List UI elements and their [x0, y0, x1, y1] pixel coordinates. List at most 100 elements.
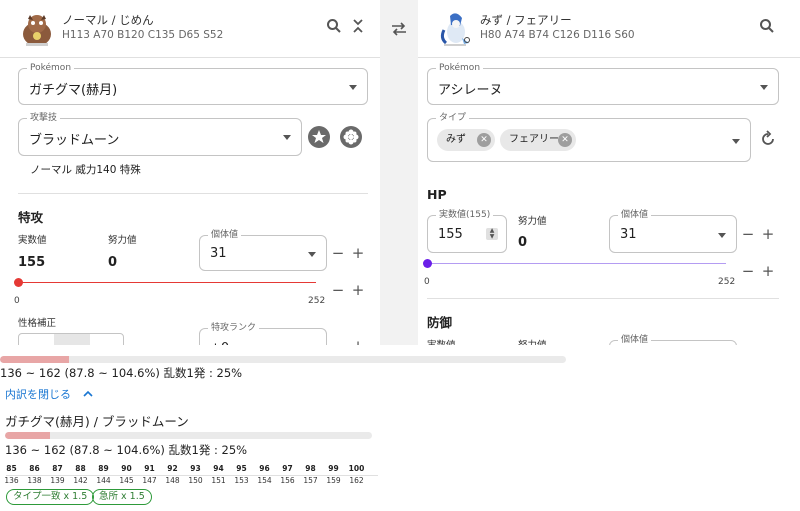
attacker-rank-plus-button[interactable]: +: [351, 338, 365, 345]
swap-button[interactable]: [388, 18, 410, 40]
breakdown-title: ガチグマ(赫月) / ブラッドムーン: [5, 414, 189, 429]
attacker-type-line: ノーマル / じめん: [62, 13, 154, 27]
critical-modifier-badge: 急所 x 1.5: [92, 489, 152, 505]
defender-search-button[interactable]: [756, 15, 778, 37]
roll-damage: 148: [165, 476, 180, 485]
defender-pokemon-label: Pokémon: [436, 62, 484, 74]
defender-iv-select[interactable]: 個体値 31: [609, 209, 737, 253]
attacker-effort-slider[interactable]: [18, 282, 316, 283]
dropdown-caret-icon: [760, 85, 768, 90]
roll-damage: 144: [96, 476, 111, 485]
roll-percent: 95: [236, 464, 247, 473]
breakdown-summary-text: 136 ~ 162 (87.8 ~ 104.6%) 乱数1発 : 25%: [5, 443, 248, 457]
damage-bar-detail: [5, 432, 372, 439]
nature-up-toggle[interactable]: [90, 334, 123, 345]
defender-effort-plus-button[interactable]: +: [761, 263, 775, 279]
defender-effort-value[interactable]: 0: [518, 235, 527, 250]
section-divider: [427, 298, 779, 299]
z-move-button[interactable]: [340, 126, 362, 148]
attacker-effort-label: 努力値: [108, 235, 137, 246]
defender-effort-slider-thumb[interactable]: [422, 259, 432, 268]
refresh-icon: [762, 130, 774, 145]
type-chip-label: フェアリー: [509, 134, 559, 145]
number-spinner-icon[interactable]: ▲ ▼: [486, 228, 498, 240]
attacker-pokemon-select[interactable]: Pokémon ガチグマ(赫月): [18, 62, 368, 105]
defender-type-line: みず / フェアリー: [480, 13, 572, 27]
defender-base-stats: H80 A74 B74 C126 D116 S60: [480, 29, 635, 41]
roll-damage: 154: [257, 476, 272, 485]
attacker-effort-value[interactable]: 0: [108, 255, 117, 270]
attacker-rank-label: 特攻ランク: [208, 322, 260, 334]
defender-panel: みず / フェアリー H80 A74 B74 C126 D116 S60 Pok…: [418, 0, 800, 345]
damage-bar-summary-fill: [0, 356, 70, 363]
roll-percent: 94: [213, 464, 224, 473]
roll-damage: 142: [73, 476, 88, 485]
defender-slider-max: 252: [718, 277, 736, 287]
nature-down-toggle[interactable]: [19, 334, 54, 345]
damage-summary-text: 136 ~ 162 (87.8 ~ 104.6%) 乱数1発 : 25%: [0, 366, 243, 380]
attacker-pokemon-value: ガチグマ(赫月): [29, 83, 118, 98]
attacker-effort-plus-button[interactable]: +: [351, 282, 365, 298]
dropdown-caret-icon: [718, 233, 726, 238]
attacker-collapse-button[interactable]: [347, 15, 369, 37]
roll-damage: 151: [211, 476, 226, 485]
roll-damage: 156: [280, 476, 295, 485]
defender-iv-minus-button[interactable]: −: [741, 226, 755, 242]
roll-percent: 99: [328, 464, 339, 473]
defender-effort-minus-button[interactable]: −: [741, 263, 755, 279]
attacker-rank-select[interactable]: 特攻ランク ±0: [199, 322, 327, 345]
flower-icon: [343, 129, 359, 145]
roll-percent: 97: [282, 464, 293, 473]
defender-hp-actual-label: 実数値(155): [436, 209, 494, 221]
defender-pokemon-value: アシレーヌ: [438, 83, 503, 98]
attacker-panel: ノーマル / じめん H113 A70 B120 C135 D65 S52 Po…: [0, 0, 380, 345]
defender-slider-min: 0: [424, 277, 430, 287]
search-icon: [760, 19, 774, 33]
damage-result-panel: 136 ~ 162 (87.8 ~ 104.6%) 乱数1発 : 25% 内訳を…: [0, 345, 800, 511]
attacker-iv-minus-button[interactable]: −: [331, 245, 345, 261]
defender-header: みず / フェアリー H80 A74 B74 C126 D116 S60: [418, 0, 800, 58]
roll-percent: 100: [348, 464, 365, 473]
attacker-iv-select[interactable]: 個体値 31: [199, 229, 327, 271]
attacker-iv-label: 個体値: [208, 229, 242, 241]
roll-percent: 98: [305, 464, 316, 473]
defender-pokemon-select[interactable]: Pokémon アシレーヌ: [427, 62, 779, 105]
defender-types-label: タイプ: [436, 112, 470, 124]
defender-hp-title: HP: [427, 187, 447, 202]
defender-iv-plus-button[interactable]: +: [761, 226, 775, 242]
swap-horizontal-icon: [392, 22, 406, 36]
collapse-breakdown-label: 内訳を閉じる: [5, 388, 71, 401]
defender-hp-actual-input[interactable]: 実数値(155) 155 ▲ ▼: [427, 209, 507, 253]
close-icon[interactable]: ✕: [558, 133, 572, 147]
stab-modifier-badge: タイプ一致 x 1.5: [6, 489, 95, 505]
reset-types-button[interactable]: [759, 130, 779, 150]
attacker-slider-max: 252: [308, 296, 326, 306]
attacker-header: ノーマル / じめん H113 A70 B120 C135 D65 S52: [0, 0, 380, 58]
attacker-search-button[interactable]: [323, 15, 345, 37]
defender-def-title: 防御: [427, 315, 453, 330]
collapse-breakdown-link[interactable]: 内訳を閉じる: [5, 386, 93, 402]
attacker-effort-minus-button[interactable]: −: [331, 282, 345, 298]
dropdown-caret-icon: [349, 85, 357, 90]
close-icon[interactable]: ✕: [477, 133, 491, 147]
roll-damage: 136: [4, 476, 19, 485]
nature-toggle-group: [18, 333, 124, 345]
defender-types-select[interactable]: タイプ みず ✕ フェアリー ✕: [427, 112, 751, 162]
unfold-less-icon: [353, 19, 363, 33]
nature-neutral-toggle[interactable]: [54, 334, 90, 345]
defender-effort-label: 努力値: [518, 216, 547, 227]
roll-table-divider: [6, 475, 378, 476]
attacker-iv-plus-button[interactable]: +: [351, 245, 365, 261]
roll-percent: 90: [121, 464, 132, 473]
attacker-stat-title: 特攻: [18, 210, 44, 225]
attacker-actual-value[interactable]: 155: [18, 255, 45, 270]
roll-damage: 157: [303, 476, 318, 485]
roll-percent: 96: [259, 464, 270, 473]
roll-percent: 85: [6, 464, 17, 473]
tera-type-button[interactable]: [308, 126, 330, 148]
defender-def-iv-label: 個体値: [618, 334, 652, 345]
attacker-move-select[interactable]: 攻撃技 ブラッドムーン: [18, 112, 302, 156]
attacker-iv-value: 31: [210, 246, 227, 261]
defender-effort-slider[interactable]: [427, 263, 726, 264]
attacker-effort-slider-thumb[interactable]: [13, 278, 23, 287]
